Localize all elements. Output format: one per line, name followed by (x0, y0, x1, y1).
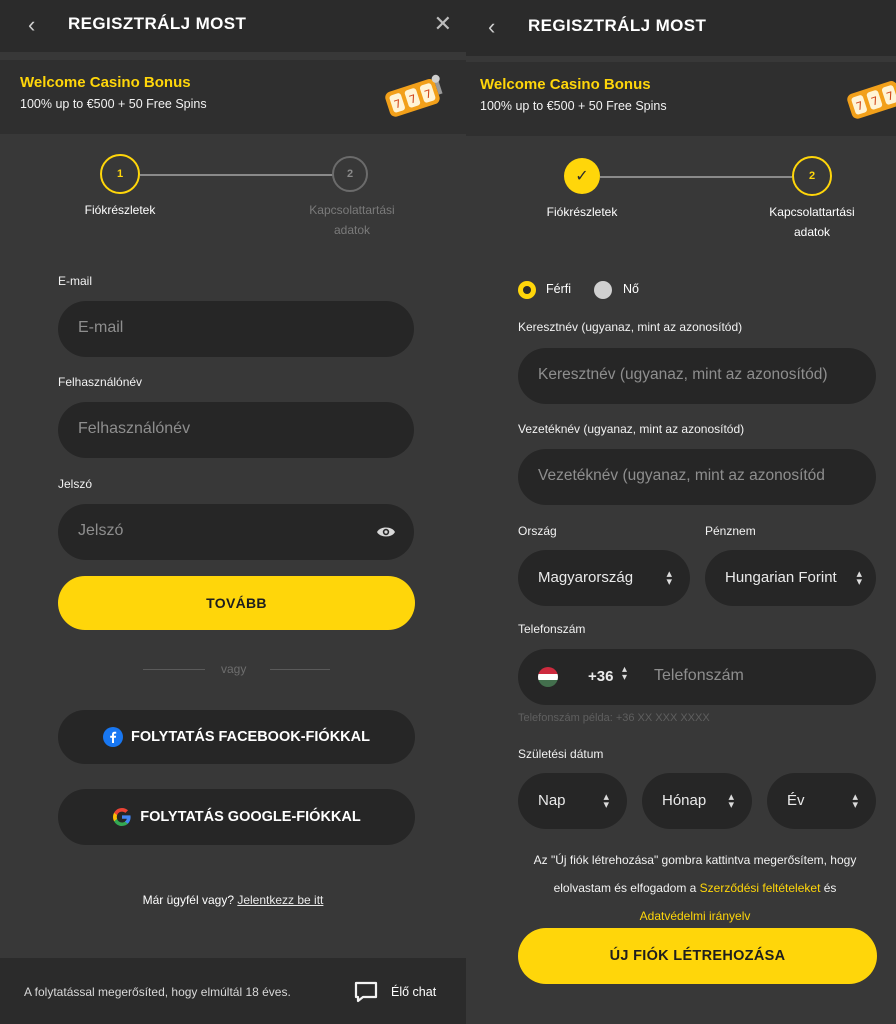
phone-hint: Telefonszám példa: +36 XX XXX XXXX (518, 712, 710, 724)
birth-year-value: Év (787, 792, 805, 809)
close-icon[interactable]: ✕ (434, 12, 452, 36)
back-icon[interactable]: ‹ (28, 13, 35, 37)
username-placeholder: Felhasználónév (78, 420, 191, 437)
email-field[interactable]: E-mail (58, 301, 414, 357)
last-name-label: Vezetéknév (ugyanaz, mint az azonosítód) (518, 422, 745, 436)
updown-arrow-icon: ▴ ▾ (666, 568, 672, 588)
updown-arrow-icon: ▴ ▾ (856, 568, 862, 588)
phone-placeholder: Telefonszám (654, 667, 744, 684)
country-label: Ország (518, 524, 557, 538)
first-name-field[interactable]: Keresztnév (ugyanaz, mint az azonosítód) (518, 348, 876, 404)
birth-month-select[interactable]: Hónap ▴ ▾ (642, 773, 752, 829)
step-connector (600, 176, 792, 178)
bonus-subtitle: 100% up to €500 + 50 Free Spins (20, 97, 207, 111)
login-prompt: Már ügyfél vagy? Jelentkezz be itt (0, 893, 466, 907)
gender-female-radio[interactable] (594, 281, 612, 299)
gender-male-radio[interactable] (518, 281, 536, 299)
google-login-button[interactable]: FOLYTATÁS GOOGLE-FIÓKKAL (58, 789, 415, 845)
step-2-label-line1: Kapcsolattartási (769, 205, 855, 219)
step-1-complete-indicator: ✓ (564, 158, 600, 194)
age-confirmation-text: A folytatással megerősíted, hogy elmúltá… (24, 985, 291, 999)
page-title: REGISZTRÁLJ MOST (528, 16, 707, 35)
gender-female-label: Nő (623, 282, 639, 296)
password-label: Jelszó (58, 477, 93, 491)
step-2-label-line2: adatok (333, 223, 371, 237)
header: ‹ REGISZTRÁLJ MOST ✕ (0, 0, 466, 52)
divider-right (270, 669, 330, 670)
bonus-banner: Welcome Casino Bonus 100% up to €500 + 5… (466, 62, 896, 136)
email-placeholder: E-mail (78, 319, 124, 336)
password-field[interactable]: Jelszó (58, 504, 414, 560)
first-name-placeholder: Keresztnév (ugyanaz, mint az azonosítód) (538, 366, 828, 383)
currency-label: Pénznem (705, 524, 756, 538)
facebook-button-label: FOLYTATÁS FACEBOOK-FIÓKKAL (131, 729, 370, 745)
divider-left (143, 669, 205, 670)
live-chat-label: Élő chat (391, 985, 437, 999)
username-label: Felhasználónév (58, 375, 143, 389)
page-title: REGISZTRÁLJ MOST (68, 14, 247, 33)
bonus-subtitle: 100% up to €500 + 50 Free Spins (480, 99, 667, 113)
hungary-flag-icon (538, 667, 558, 687)
google-button-label: FOLYTATÁS GOOGLE-FIÓKKAL (140, 809, 361, 825)
step-1-label: Fiókrészletek (546, 205, 618, 219)
bonus-title: Welcome Casino Bonus (20, 74, 191, 91)
next-button[interactable]: TOVÁBB (58, 576, 415, 630)
currency-value: Hungarian Forint (725, 569, 837, 586)
username-field[interactable]: Felhasználónév (58, 402, 414, 458)
footer: A folytatással megerősíted, hogy elmúltá… (0, 958, 466, 1024)
step-2-label-line2: adatok (793, 225, 831, 239)
birth-day-select[interactable]: Nap ▴ ▾ (518, 773, 627, 829)
registration-step1-panel: ‹ REGISZTRÁLJ MOST ✕ Welcome Casino Bonu… (0, 0, 466, 1024)
bonus-title: Welcome Casino Bonus (480, 76, 651, 93)
terms-line2-suffix: és (820, 881, 837, 895)
chat-icon (354, 981, 378, 1003)
password-placeholder: Jelszó (78, 522, 124, 539)
terms-notice: Az "Új fiók létrehozása" gombra kattintv… (510, 846, 880, 930)
step-2-indicator: 2 (332, 156, 368, 192)
google-icon (113, 808, 131, 826)
step-1-label: Fiókrészletek (84, 203, 156, 217)
terms-line1: Az "Új fiók létrehozása" gombra kattintv… (533, 853, 857, 867)
terms-line2-prefix: elolvastam és elfogadom a (553, 881, 700, 895)
phone-label: Telefonszám (518, 622, 586, 636)
updown-arrow-icon: ▴ ▾ (622, 664, 628, 683)
step-2-label-line1: Kapcsolattartási (309, 203, 395, 217)
currency-select[interactable]: Hungarian Forint ▴ ▾ (705, 550, 876, 606)
birth-month-value: Hónap (662, 792, 707, 809)
first-name-label: Keresztnév (ugyanaz, mint az azonosítód) (518, 320, 743, 334)
or-text: vagy (221, 662, 247, 676)
birth-year-select[interactable]: Év ▴ ▾ (767, 773, 876, 829)
slot-machine-icon: 7 7 7 (847, 81, 896, 119)
country-select[interactable]: Magyarország ▴ ▾ (518, 550, 690, 606)
back-icon[interactable]: ‹ (488, 15, 495, 39)
step-1-indicator: 1 (100, 154, 140, 194)
header: ‹ REGISZTRÁLJ MOST (466, 0, 896, 56)
updown-arrow-icon: ▴ ▾ (852, 791, 858, 811)
login-link[interactable]: Jelentkezz be itt (237, 893, 323, 907)
facebook-icon (103, 727, 123, 747)
live-chat-button[interactable]: Élő chat (353, 980, 436, 1004)
create-account-button[interactable]: ÚJ FIÓK LÉTREHOZÁSA (518, 928, 877, 984)
privacy-link[interactable]: Adatvédelmi irányelv (640, 909, 751, 923)
slot-machine-icon: 7 7 7 (385, 74, 443, 117)
terms-link[interactable]: Szerződési feltételeket (700, 881, 821, 895)
email-label: E-mail (58, 274, 93, 288)
updown-arrow-icon: ▴ ▾ (728, 791, 734, 811)
country-value: Magyarország (538, 569, 634, 586)
birth-date-label: Születési dátum (518, 747, 604, 761)
step-connector (140, 174, 336, 176)
login-question: Már ügyfél vagy? (142, 893, 234, 907)
phone-field[interactable]: +36 ▴ ▾ Telefonszám (518, 649, 876, 705)
facebook-login-button[interactable]: FOLYTATÁS FACEBOOK-FIÓKKAL (58, 710, 415, 764)
updown-arrow-icon: ▴ ▾ (603, 791, 609, 811)
country-code[interactable]: +36 (588, 668, 613, 685)
last-name-placeholder: Vezetéknév (ugyanaz, mint az azonosítód (538, 467, 825, 484)
eye-icon[interactable] (376, 525, 396, 539)
gender-male-label: Férfi (546, 282, 571, 296)
last-name-field[interactable]: Vezetéknév (ugyanaz, mint az azonosítód (518, 449, 876, 505)
bonus-banner: Welcome Casino Bonus 100% up to €500 + 5… (0, 60, 466, 134)
step-2-indicator: 2 (792, 156, 832, 196)
birth-day-value: Nap (538, 792, 566, 809)
